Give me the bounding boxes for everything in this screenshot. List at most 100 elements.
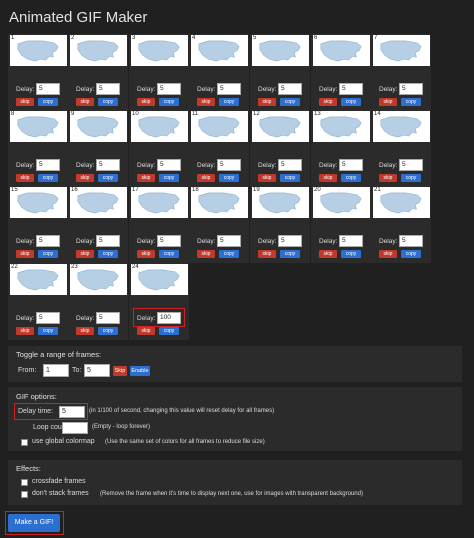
frame-skip-button[interactable]: skip <box>76 250 94 258</box>
frame-copy-button[interactable]: copy <box>341 98 361 106</box>
frame-thumbnail[interactable]: 2 <box>70 35 127 66</box>
frame-skip-button[interactable]: skip <box>16 327 34 335</box>
frame-copy-button[interactable]: copy <box>401 98 421 106</box>
frame-thumbnail[interactable]: 11 <box>191 111 248 142</box>
frame-delay-input[interactable]: 5 <box>217 159 241 171</box>
frame-copy-button[interactable]: copy <box>401 174 421 182</box>
frame-delay-input[interactable]: 5 <box>36 159 60 171</box>
frame-skip-button[interactable]: skip <box>76 327 94 335</box>
frame-copy-button[interactable]: copy <box>98 327 118 335</box>
frame-skip-button[interactable]: skip <box>379 98 397 106</box>
frame-thumbnail[interactable]: 1 <box>10 35 67 66</box>
to-input[interactable]: 5 <box>84 364 110 377</box>
frame-copy-button[interactable]: copy <box>98 98 118 106</box>
delay-time-input[interactable]: 5 <box>59 406 85 418</box>
frame-delay-input[interactable]: 5 <box>36 235 60 247</box>
frame-thumbnail[interactable]: 18 <box>191 187 248 218</box>
frame-thumbnail[interactable]: 7 <box>373 35 430 66</box>
frame-delay-input[interactable]: 5 <box>96 312 120 324</box>
frame-copy-button[interactable]: copy <box>98 174 118 182</box>
range-skip-button[interactable]: Skip <box>113 366 127 376</box>
frame-thumbnail[interactable]: 5 <box>252 35 309 66</box>
frame-delay-input[interactable]: 5 <box>278 83 302 95</box>
frame-skip-button[interactable]: skip <box>16 250 34 258</box>
frame-thumbnail[interactable]: 12 <box>252 111 309 142</box>
frame-thumbnail[interactable]: 8 <box>10 111 67 142</box>
frame-thumbnail[interactable]: 19 <box>252 187 309 218</box>
from-input[interactable]: 1 <box>43 364 69 377</box>
frame-thumbnail[interactable]: 21 <box>373 187 430 218</box>
frame-delay-input[interactable]: 5 <box>157 159 181 171</box>
frame-delay-input[interactable]: 5 <box>157 235 181 247</box>
frame-thumbnail[interactable]: 14 <box>373 111 430 142</box>
frame-thumbnail[interactable]: 3 <box>131 35 188 66</box>
global-colormap-checkbox[interactable] <box>21 439 28 446</box>
frame-skip-button[interactable]: skip <box>379 174 397 182</box>
frame-skip-button[interactable]: skip <box>319 174 337 182</box>
frame-thumbnail[interactable]: 15 <box>10 187 67 218</box>
frame-thumbnail[interactable]: 13 <box>313 111 370 142</box>
frame-copy-button[interactable]: copy <box>38 250 58 258</box>
frame-copy-button[interactable]: copy <box>38 174 58 182</box>
frame-skip-button[interactable]: skip <box>16 98 34 106</box>
frame-copy-button[interactable]: copy <box>401 250 421 258</box>
frame-thumbnail[interactable]: 17 <box>131 187 188 218</box>
frame-delay-input[interactable]: 5 <box>278 159 302 171</box>
frame-thumbnail[interactable]: 4 <box>191 35 248 66</box>
frame-copy-button[interactable]: copy <box>38 327 58 335</box>
no-stack-checkbox[interactable] <box>21 491 28 498</box>
frame-skip-button[interactable]: skip <box>258 174 276 182</box>
frame-copy-button[interactable]: copy <box>159 250 179 258</box>
frame-copy-button[interactable]: copy <box>219 174 239 182</box>
frame-delay-input[interactable]: 5 <box>96 159 120 171</box>
crossfade-checkbox[interactable] <box>21 479 28 486</box>
frame-copy-button[interactable]: copy <box>98 250 118 258</box>
frame-skip-button[interactable]: skip <box>258 98 276 106</box>
frame-delay-input[interactable]: 5 <box>399 159 423 171</box>
frame-copy-button[interactable]: copy <box>159 98 179 106</box>
frame-thumbnail[interactable]: 22 <box>10 264 67 295</box>
frame-copy-button[interactable]: copy <box>280 250 300 258</box>
frame-thumbnail[interactable]: 9 <box>70 111 127 142</box>
make-gif-button[interactable]: Make a GIF! <box>8 514 60 532</box>
frame-copy-button[interactable]: copy <box>280 98 300 106</box>
frame-skip-button[interactable]: skip <box>197 98 215 106</box>
frame-skip-button[interactable]: skip <box>137 327 155 335</box>
frame-delay-input[interactable]: 5 <box>339 83 363 95</box>
frame-thumbnail[interactable]: 6 <box>313 35 370 66</box>
frame-copy-button[interactable]: copy <box>341 174 361 182</box>
frame-delay-input[interactable]: 5 <box>399 235 423 247</box>
frame-skip-button[interactable]: skip <box>258 250 276 258</box>
frame-delay-input[interactable]: 5 <box>96 83 120 95</box>
frame-delay-input[interactable]: 5 <box>399 83 423 95</box>
frame-copy-button[interactable]: copy <box>38 98 58 106</box>
frame-delay-input[interactable]: 5 <box>36 83 60 95</box>
frame-delay-input[interactable]: 5 <box>217 83 241 95</box>
frame-skip-button[interactable]: skip <box>137 250 155 258</box>
frame-thumbnail[interactable]: 16 <box>70 187 127 218</box>
loop-count-input[interactable] <box>62 422 88 434</box>
frame-delay-input[interactable]: 5 <box>217 235 241 247</box>
frame-skip-button[interactable]: skip <box>76 98 94 106</box>
frame-delay-input[interactable]: 5 <box>96 235 120 247</box>
frame-copy-button[interactable]: copy <box>219 250 239 258</box>
frame-delay-input[interactable]: 5 <box>339 235 363 247</box>
frame-delay-input[interactable]: 100 <box>157 312 181 324</box>
frame-copy-button[interactable]: copy <box>341 250 361 258</box>
frame-thumbnail[interactable]: 24 <box>131 264 188 295</box>
frame-skip-button[interactable]: skip <box>197 250 215 258</box>
frame-skip-button[interactable]: skip <box>137 98 155 106</box>
frame-delay-input[interactable]: 5 <box>339 159 363 171</box>
frame-thumbnail[interactable]: 23 <box>70 264 127 295</box>
frame-delay-input[interactable]: 5 <box>278 235 302 247</box>
frame-delay-input[interactable]: 5 <box>157 83 181 95</box>
range-enable-button[interactable]: Enable <box>130 366 150 376</box>
frame-skip-button[interactable]: skip <box>319 98 337 106</box>
frame-skip-button[interactable]: skip <box>197 174 215 182</box>
frame-copy-button[interactable]: copy <box>280 174 300 182</box>
frame-thumbnail[interactable]: 20 <box>313 187 370 218</box>
frame-skip-button[interactable]: skip <box>76 174 94 182</box>
frame-skip-button[interactable]: skip <box>137 174 155 182</box>
frame-thumbnail[interactable]: 10 <box>131 111 188 142</box>
frame-skip-button[interactable]: skip <box>16 174 34 182</box>
